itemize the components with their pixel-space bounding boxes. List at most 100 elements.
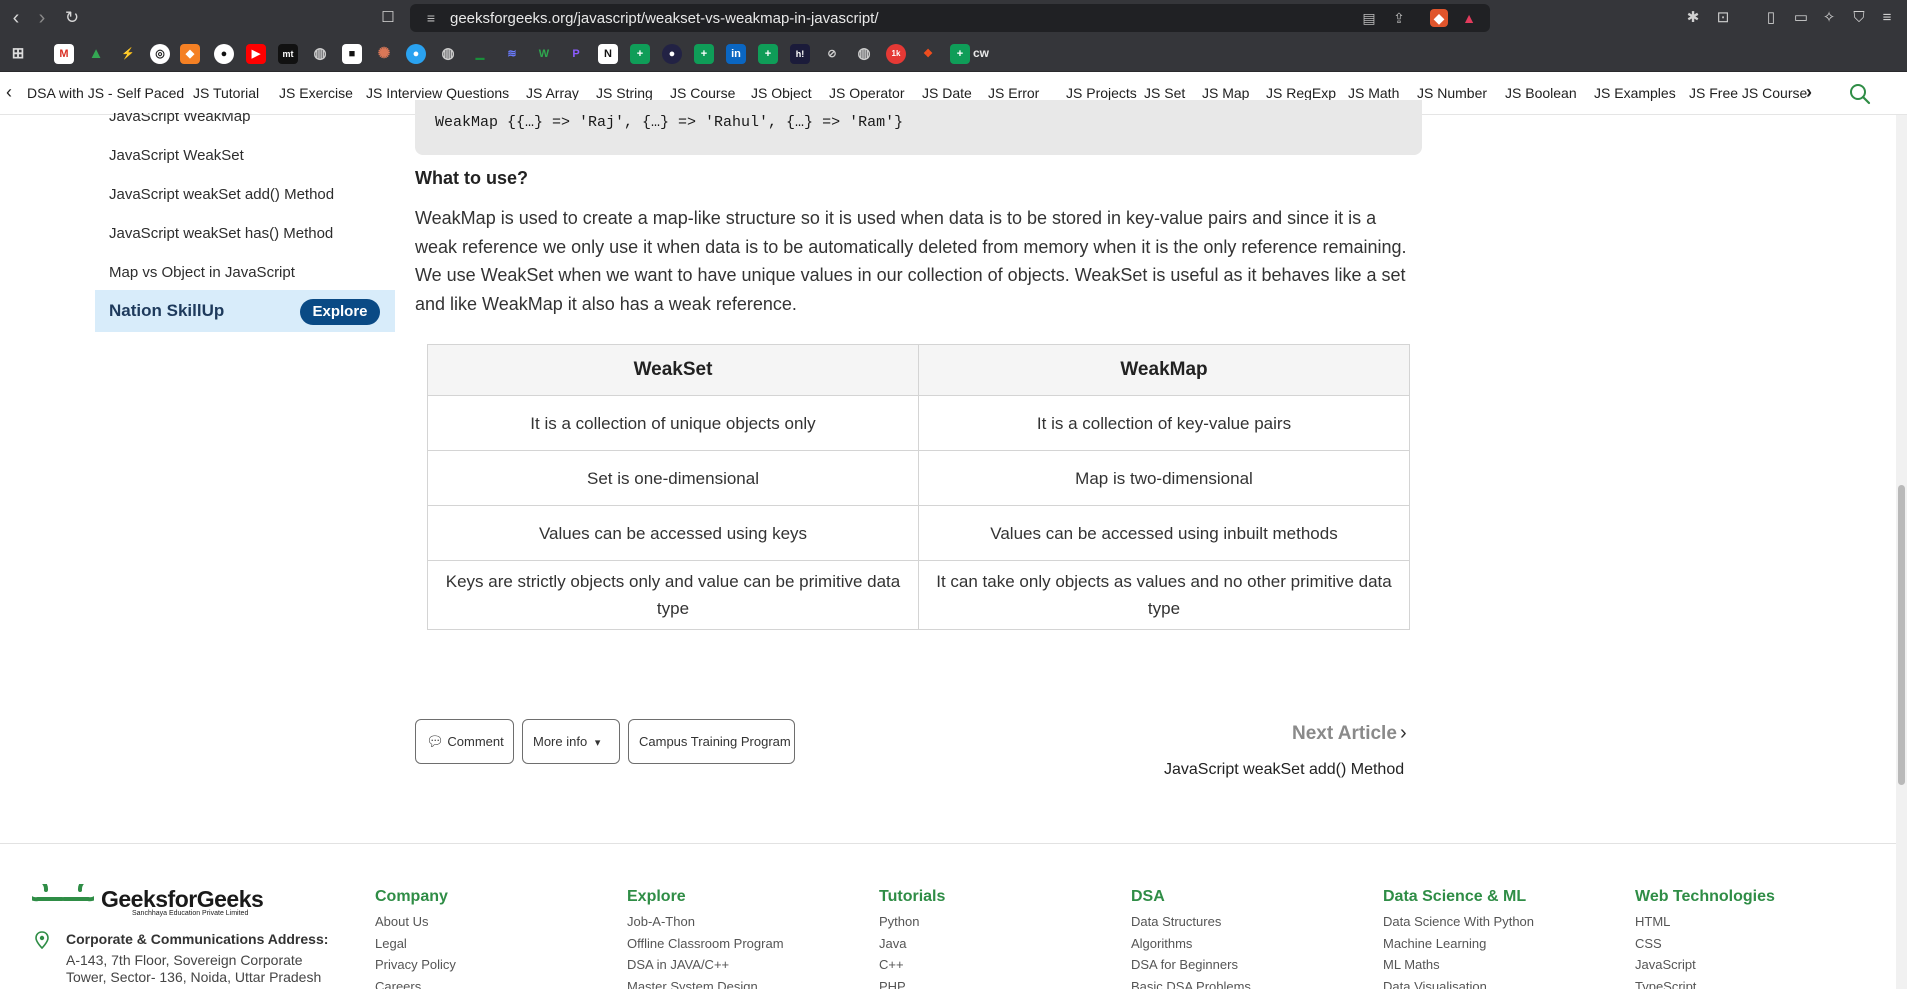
- bookmark-square-icon[interactable]: ■: [342, 44, 362, 64]
- footer-link[interactable]: Offline Classroom Program: [627, 936, 847, 958]
- chevron-right-icon[interactable]: ›: [1806, 82, 1812, 103]
- bookmark-label[interactable]: cw: [973, 46, 989, 60]
- topic-link[interactable]: JS Tutorial: [193, 85, 259, 101]
- topic-link[interactable]: JS String: [596, 85, 653, 101]
- next-article-label[interactable]: Next Article: [1292, 723, 1397, 745]
- topic-link[interactable]: JS Course: [670, 85, 735, 101]
- footer-link[interactable]: Careers: [375, 979, 595, 989]
- footer-link[interactable]: Basic DSA Problems: [1131, 979, 1351, 989]
- bookmark-orange-icon[interactable]: ◆: [180, 44, 200, 64]
- bookmark-chart-icon[interactable]: ▁: [470, 44, 490, 64]
- footer-link[interactable]: Job-A-Thon: [627, 914, 847, 936]
- sidebar-item[interactable]: JavaScript weakSet add() Method: [109, 186, 334, 203]
- gfg-logo-icon[interactable]: [32, 884, 94, 914]
- sheets-icon[interactable]: +: [758, 44, 778, 64]
- sidebar-toggle-icon[interactable]: ▯: [1760, 7, 1782, 29]
- sheets-icon[interactable]: +: [694, 44, 714, 64]
- topic-link[interactable]: JS Set: [1144, 85, 1185, 101]
- explore-button[interactable]: Explore: [300, 299, 380, 325]
- reload-icon[interactable]: ↻: [60, 6, 84, 30]
- leo-ai-icon[interactable]: ✧: [1818, 7, 1840, 29]
- youtube-icon[interactable]: ▶: [246, 44, 266, 64]
- footer-link[interactable]: Machine Learning: [1383, 936, 1603, 958]
- bookmark-wave-icon[interactable]: ≋: [502, 44, 522, 64]
- topic-link[interactable]: JS Operator: [829, 85, 904, 101]
- footer-link[interactable]: PHP: [879, 979, 1099, 989]
- footer-link[interactable]: Python: [879, 914, 1099, 936]
- figma-icon[interactable]: ❖: [918, 44, 938, 64]
- forward-icon[interactable]: ›: [30, 6, 54, 30]
- topic-link[interactable]: JS Exercise: [279, 85, 353, 101]
- topic-link[interactable]: JS Interview Questions: [366, 85, 509, 101]
- topic-link[interactable]: JS Examples: [1594, 85, 1676, 101]
- address-bar[interactable]: ≡ geeksforgeeks.org/javascript/weakset-v…: [410, 4, 1490, 32]
- footer-link[interactable]: ML Maths: [1383, 957, 1603, 979]
- footer-link[interactable]: Legal: [375, 936, 595, 958]
- footer-link[interactable]: CSS: [1635, 936, 1885, 958]
- rewards-icon[interactable]: ▲: [1460, 9, 1478, 27]
- footer-link[interactable]: Java: [879, 936, 1099, 958]
- footer-link[interactable]: DSA in JAVA/C++: [627, 957, 847, 979]
- topic-link[interactable]: JS Object: [751, 85, 812, 101]
- page-scrollbar[interactable]: [1896, 115, 1907, 989]
- topic-link[interactable]: JS RegExp: [1266, 85, 1336, 101]
- tab-search-icon[interactable]: ⊡: [1712, 7, 1734, 29]
- vpn-icon[interactable]: ⛉: [1848, 7, 1870, 29]
- footer-link[interactable]: JavaScript: [1635, 957, 1885, 979]
- topic-link[interactable]: JS Map: [1202, 85, 1249, 101]
- claude-icon[interactable]: ✺: [374, 44, 394, 64]
- topic-link[interactable]: JS Error: [988, 85, 1039, 101]
- chevron-right-icon[interactable]: ›: [1400, 722, 1407, 745]
- topic-link[interactable]: JS Array: [526, 85, 579, 101]
- url-text[interactable]: geeksforgeeks.org/javascript/weakset-vs-…: [450, 10, 879, 27]
- topic-link[interactable]: JS Number: [1417, 85, 1487, 101]
- topic-link[interactable]: JS Free JS Course: [1689, 85, 1807, 101]
- bookmark-badge-icon[interactable]: 1k: [886, 44, 906, 64]
- reader-icon[interactable]: ▤: [1360, 9, 1378, 27]
- footer-link[interactable]: TypeScript: [1635, 979, 1885, 989]
- topic-link[interactable]: DSA with JS - Self Paced: [27, 85, 184, 101]
- sidebar-item[interactable]: JavaScript weakSet has() Method: [109, 225, 333, 242]
- topic-link[interactable]: JS Math: [1348, 85, 1399, 101]
- footer-link[interactable]: Data Structures: [1131, 914, 1351, 936]
- sidebar-item[interactable]: Map vs Object in JavaScript: [109, 264, 295, 281]
- bookmark-circle-icon[interactable]: ●: [406, 44, 426, 64]
- footer-link[interactable]: HTML: [1635, 914, 1885, 936]
- topic-link[interactable]: JS Boolean: [1505, 85, 1577, 101]
- globe-icon[interactable]: ◍: [854, 44, 874, 64]
- sheets-icon[interactable]: +: [630, 44, 650, 64]
- bookmark-h-icon[interactable]: h!: [790, 44, 810, 64]
- bookmark-p-icon[interactable]: P: [566, 44, 586, 64]
- sidebar-item[interactable]: JavaScript WeakSet: [109, 147, 244, 164]
- footer-link[interactable]: About Us: [375, 914, 595, 936]
- next-article-title[interactable]: JavaScript weakSet add() Method: [1164, 761, 1404, 779]
- wallet-icon[interactable]: ▭: [1790, 7, 1812, 29]
- drive-icon[interactable]: ▲: [86, 44, 106, 64]
- chevron-left-icon[interactable]: ‹: [6, 82, 12, 103]
- menu-icon[interactable]: ≡: [1876, 7, 1898, 29]
- footer-link[interactable]: Data Science With Python: [1383, 914, 1603, 936]
- bookmark-slash-icon[interactable]: ⊘: [822, 44, 842, 64]
- site-settings-icon[interactable]: ≡: [422, 9, 440, 27]
- footer-link[interactable]: Algorithms: [1131, 936, 1351, 958]
- search-icon[interactable]: [1848, 82, 1872, 106]
- skillup-promo[interactable]: Nation SkillUp Explore: [95, 290, 395, 332]
- bookmark-lightning-icon[interactable]: ⚡: [118, 44, 138, 64]
- globe-icon[interactable]: ◍: [438, 44, 458, 64]
- topic-link[interactable]: JS Projects: [1066, 85, 1137, 101]
- brave-shield-icon[interactable]: ◆: [1430, 9, 1448, 27]
- sheets-icon[interactable]: +: [950, 44, 970, 64]
- github-icon[interactable]: ●: [214, 44, 234, 64]
- globe-icon[interactable]: ◍: [310, 44, 330, 64]
- footer-link[interactable]: Data Visualisation: [1383, 979, 1603, 989]
- more-info-button[interactable]: More info ▾: [522, 719, 620, 764]
- share-icon[interactable]: ⇪: [1390, 9, 1408, 27]
- gmail-icon[interactable]: M: [54, 44, 74, 64]
- bookmark-dark-icon[interactable]: ●: [662, 44, 682, 64]
- linkedin-icon[interactable]: in: [726, 44, 746, 64]
- comment-button[interactable]: 💬︎ Comment: [415, 719, 514, 764]
- footer-link[interactable]: DSA for Beginners: [1131, 957, 1351, 979]
- apps-grid-icon[interactable]: ⊞: [8, 44, 28, 64]
- bookmark-icon[interactable]: ☐: [376, 6, 400, 30]
- bookmark-mt-icon[interactable]: mt: [278, 44, 298, 64]
